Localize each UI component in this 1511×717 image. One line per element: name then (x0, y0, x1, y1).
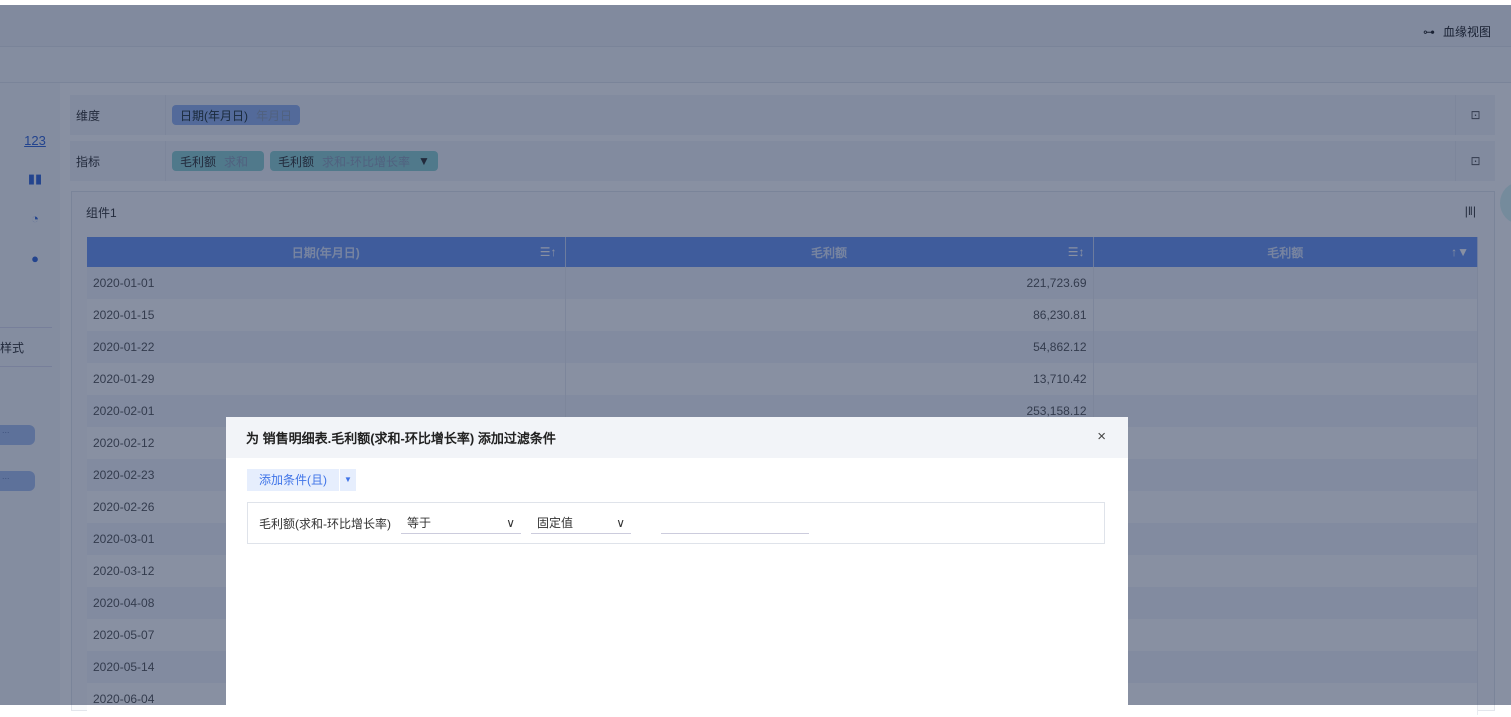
add-condition-button-group: 添加条件(且) ▼ (247, 469, 356, 491)
dialog-title: 为 销售明细表.毛利额(求和-环比增长率) 添加过滤条件 (246, 431, 556, 446)
chevron-down-icon: ∨ (616, 515, 625, 530)
dropdown-arrow-icon[interactable]: ▼ (340, 469, 356, 491)
condition-row: 毛利额(求和-环比增长率) 等于 ∨ 固定值 ∨ (247, 502, 1105, 544)
filter-dialog: 为 销售明细表.毛利额(求和-环比增长率) 添加过滤条件 × 添加条件(且) ▼… (226, 417, 1128, 717)
value-type-select[interactable]: 固定值 ∨ (531, 512, 631, 534)
add-condition-button[interactable]: 添加条件(且) (247, 469, 339, 491)
value-type-value: 固定值 (537, 516, 574, 530)
operator-select[interactable]: 等于 ∨ (401, 512, 521, 534)
close-icon[interactable]: × (1097, 428, 1106, 445)
operator-value: 等于 (407, 516, 432, 530)
chevron-down-icon: ∨ (506, 515, 515, 530)
condition-value-input[interactable] (661, 512, 809, 534)
dialog-header: 为 销售明细表.毛利额(求和-环比增长率) 添加过滤条件 × (226, 417, 1128, 458)
condition-field: 毛利额(求和-环比增长率) (259, 516, 391, 531)
